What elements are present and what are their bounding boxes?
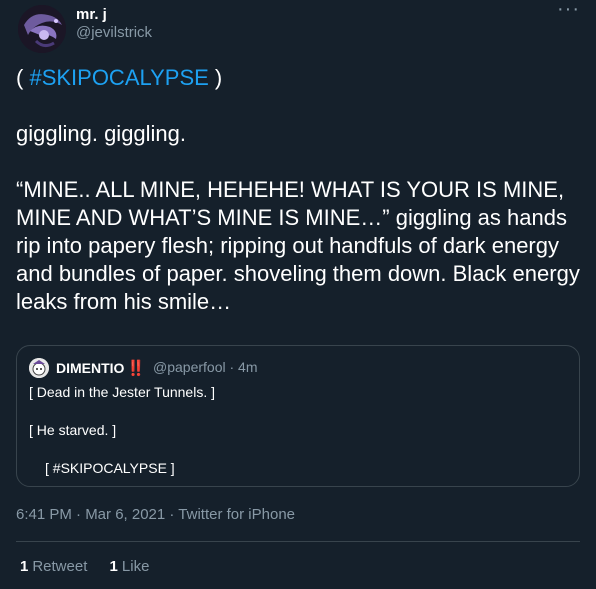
likes-count: 1 [109, 558, 118, 575]
author-handle[interactable]: @jevilstrick [76, 24, 152, 41]
author-display-name[interactable]: mr. j [76, 6, 107, 23]
quoted-line-3: [ #SKIPOCALYPSE ] [45, 460, 175, 476]
paren-open: ( [16, 65, 30, 90]
double-exclamation-emoji: ‼️ [126, 360, 145, 377]
quoted-line-1: [ Dead in the Jester Tunnels. ] [29, 384, 215, 400]
quoted-author-avatar[interactable] [29, 358, 49, 378]
retweets-count: 1 [20, 558, 29, 575]
quoted-handle-time: @paperfool · 4m [153, 359, 258, 375]
tweet-paragraph-2: giggling. giggling. [16, 121, 187, 146]
paren-close: ) [208, 65, 223, 90]
tweet-line-hashtag: ( #SKIPOCALYPSE ) [16, 64, 582, 92]
tweet-text: ( #SKIPOCALYPSE ) giggling. giggling. “M… [16, 64, 582, 316]
divider [16, 541, 580, 542]
quoted-author-name[interactable]: DIMENTIO ‼️ [56, 359, 145, 377]
hashtag-link[interactable]: #SKIPOCALYPSE [29, 65, 208, 90]
retweets-label: Retweet [32, 558, 88, 575]
tweet-timestamp-source[interactable]: 6:41 PM · Mar 6, 2021 · Twitter for iPho… [16, 506, 295, 523]
author-avatar[interactable] [18, 5, 66, 53]
engagement-stats: 1 Retweet 1 Like [20, 558, 149, 575]
retweets-stat[interactable]: 1 Retweet [20, 558, 87, 575]
tweet-paragraph-3: “MINE.. ALL MINE, HEHEHE! WHAT IS YOUR I… [16, 177, 580, 314]
dimentio-avatar-icon [29, 358, 49, 378]
likes-stat[interactable]: 1 Like [110, 558, 150, 575]
quoted-author-name-text: DIMENTIO [56, 360, 125, 376]
quoted-tweet-card[interactable]: DIMENTIO ‼️ @paperfool · 4m [ Dead in the… [16, 345, 580, 487]
more-options-icon[interactable]: ··· [557, 0, 580, 21]
purple-jester-avatar-icon [18, 5, 66, 53]
likes-label: Like [121, 558, 150, 575]
quoted-line-2: [ He starved. ] [29, 422, 117, 438]
